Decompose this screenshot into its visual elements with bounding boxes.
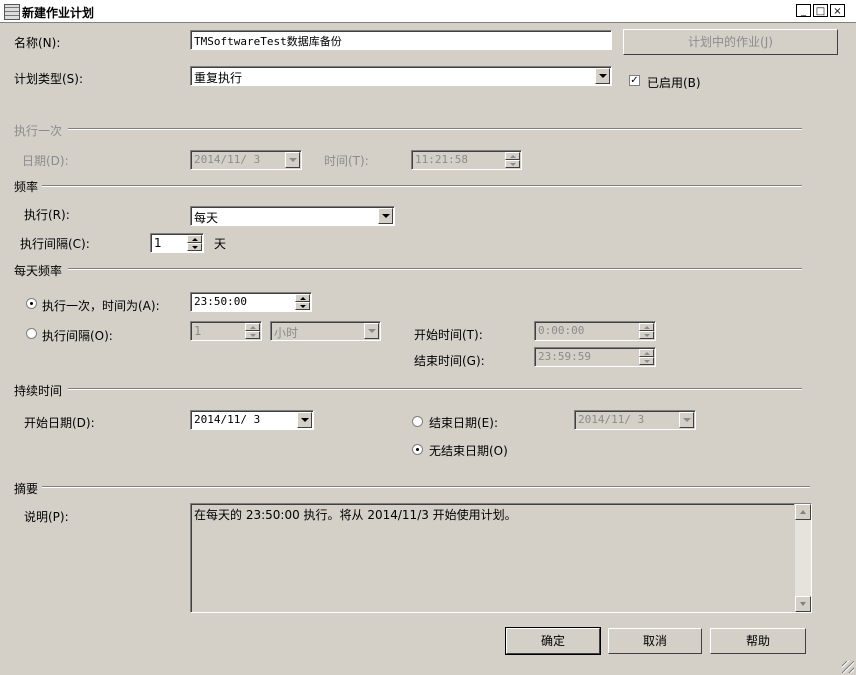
summary-section-title: 摘要 [14,482,39,496]
minimize-button[interactable]: _ [796,4,811,17]
daily-start-input[interactable]: 0:00:00 [534,321,656,341]
close-button[interactable]: × [830,4,845,17]
duration-section-title: 持续时间 [14,384,63,398]
daily-every-input[interactable]: 1 [190,321,262,341]
duration-separator [68,388,802,390]
ok-button[interactable]: 确定 [505,627,601,655]
title-bar[interactable]: 新建作业计划 _ □ × [0,0,856,23]
enabled-label: 已启用(B) [647,76,701,90]
chevron-down-icon[interactable] [364,323,379,339]
resize-grip-icon[interactable] [842,661,854,673]
occurs-value: 每天 [194,211,219,225]
daily-end-value: 23:59:59 [538,350,591,363]
recurs-interval-spinner[interactable] [187,235,202,251]
daily-end-spinner[interactable] [639,349,654,365]
daily-start-label: 开始时间(T): [414,328,483,342]
schedule-dialog: 新建作业计划 _ □ × 名称(N): TMSoftwareTest数据库备份 … [0,0,856,675]
daily-every-radio[interactable] [26,328,37,339]
recurs-interval-input[interactable]: 1 [150,233,204,253]
chevron-down-icon[interactable] [297,412,312,428]
once-time-spinner[interactable] [505,152,520,168]
daily-once-time-input[interactable]: 23:50:00 [190,292,312,312]
no-end-date-radio[interactable] [412,444,423,455]
daily-once-spinner[interactable] [295,294,310,310]
daily-start-spinner[interactable] [639,323,654,339]
chevron-down-icon[interactable] [378,208,393,224]
description-textarea[interactable]: 在每天的 23:50:00 执行。将从 2014/11/3 开始使用计划。 [190,503,812,613]
daily-every-unit-select[interactable]: 小时 [270,321,381,341]
end-date-label: 结束日期(E): [429,416,498,430]
name-input[interactable]: TMSoftwareTest数据库备份 [190,30,612,50]
scroll-down-button[interactable] [795,596,811,612]
daily-once-time-value: 23:50:00 [194,295,247,308]
maximize-button[interactable]: □ [813,4,828,17]
daily-section-title: 每天频率 [14,264,63,278]
recurs-interval-value: 1 [154,236,162,250]
schedule-type-value: 重复执行 [194,71,243,85]
chevron-down-icon[interactable] [285,152,300,168]
daily-every-spinner[interactable] [245,323,260,339]
recurs-interval-unit: 天 [214,237,227,251]
name-label: 名称(N): [14,36,61,50]
once-date-value: 2014/11/ 3 [194,153,261,166]
schedule-type-label: 计划类型(S): [14,72,84,86]
no-end-date-label: 无结束日期(O) [429,444,508,458]
duration-start-value: 2014/11/ 3 [194,413,261,426]
duration-start-picker[interactable]: 2014/11/ 3 [190,410,314,430]
window-icon [4,4,20,20]
frequency-separator [42,185,802,187]
daily-end-input[interactable]: 23:59:59 [534,347,656,367]
recurs-interval-label: 执行间隔(C): [20,237,90,251]
window-title: 新建作业计划 [22,6,95,20]
daily-end-label: 结束时间(G): [414,354,485,368]
chevron-down-icon[interactable] [595,68,610,84]
once-date-picker[interactable]: 2014/11/ 3 [190,150,302,170]
end-date-picker[interactable]: 2014/11/ 3 [574,410,696,430]
chevron-up-icon [800,510,806,514]
daily-every-unit-value: 小时 [274,326,299,340]
duration-start-label: 开始日期(D): [24,416,95,430]
once-time-input[interactable]: 11:21:58 [411,150,522,170]
occurs-select[interactable]: 每天 [190,206,395,226]
description-scrollbar[interactable] [794,504,811,612]
once-time-label: 时间(T): [324,154,369,168]
daily-every-value: 1 [194,324,202,338]
frequency-section-title: 频率 [14,180,39,194]
cancel-button[interactable]: 取消 [608,628,702,654]
once-time-value: 11:21:58 [415,153,468,166]
once-separator [68,128,802,130]
help-button[interactable]: 帮助 [710,628,806,654]
summary-separator [42,486,810,488]
once-section-title: 执行一次 [14,124,63,138]
end-date-value: 2014/11/ 3 [578,413,645,426]
description-label: 说明(P): [24,510,69,524]
enabled-checkbox[interactable]: ✓ [629,75,640,86]
daily-every-label: 执行间隔(O): [42,329,113,343]
end-date-radio[interactable] [412,416,423,427]
daily-separator [68,268,802,270]
daily-once-radio[interactable] [26,298,37,309]
schedule-type-select[interactable]: 重复执行 [190,66,612,86]
jobs-in-schedule-button[interactable]: 计划中的作业(J) [623,29,838,55]
description-text: 在每天的 23:50:00 执行。将从 2014/11/3 开始使用计划。 [194,508,517,522]
once-date-label: 日期(D): [22,154,69,168]
chevron-down-icon[interactable] [679,412,694,428]
chevron-down-icon [800,602,806,606]
scroll-up-button[interactable] [795,504,811,520]
daily-start-value: 0:00:00 [538,324,585,337]
occurs-label: 执行(R): [24,208,70,222]
daily-once-label: 执行一次，时间为(A): [42,299,160,313]
